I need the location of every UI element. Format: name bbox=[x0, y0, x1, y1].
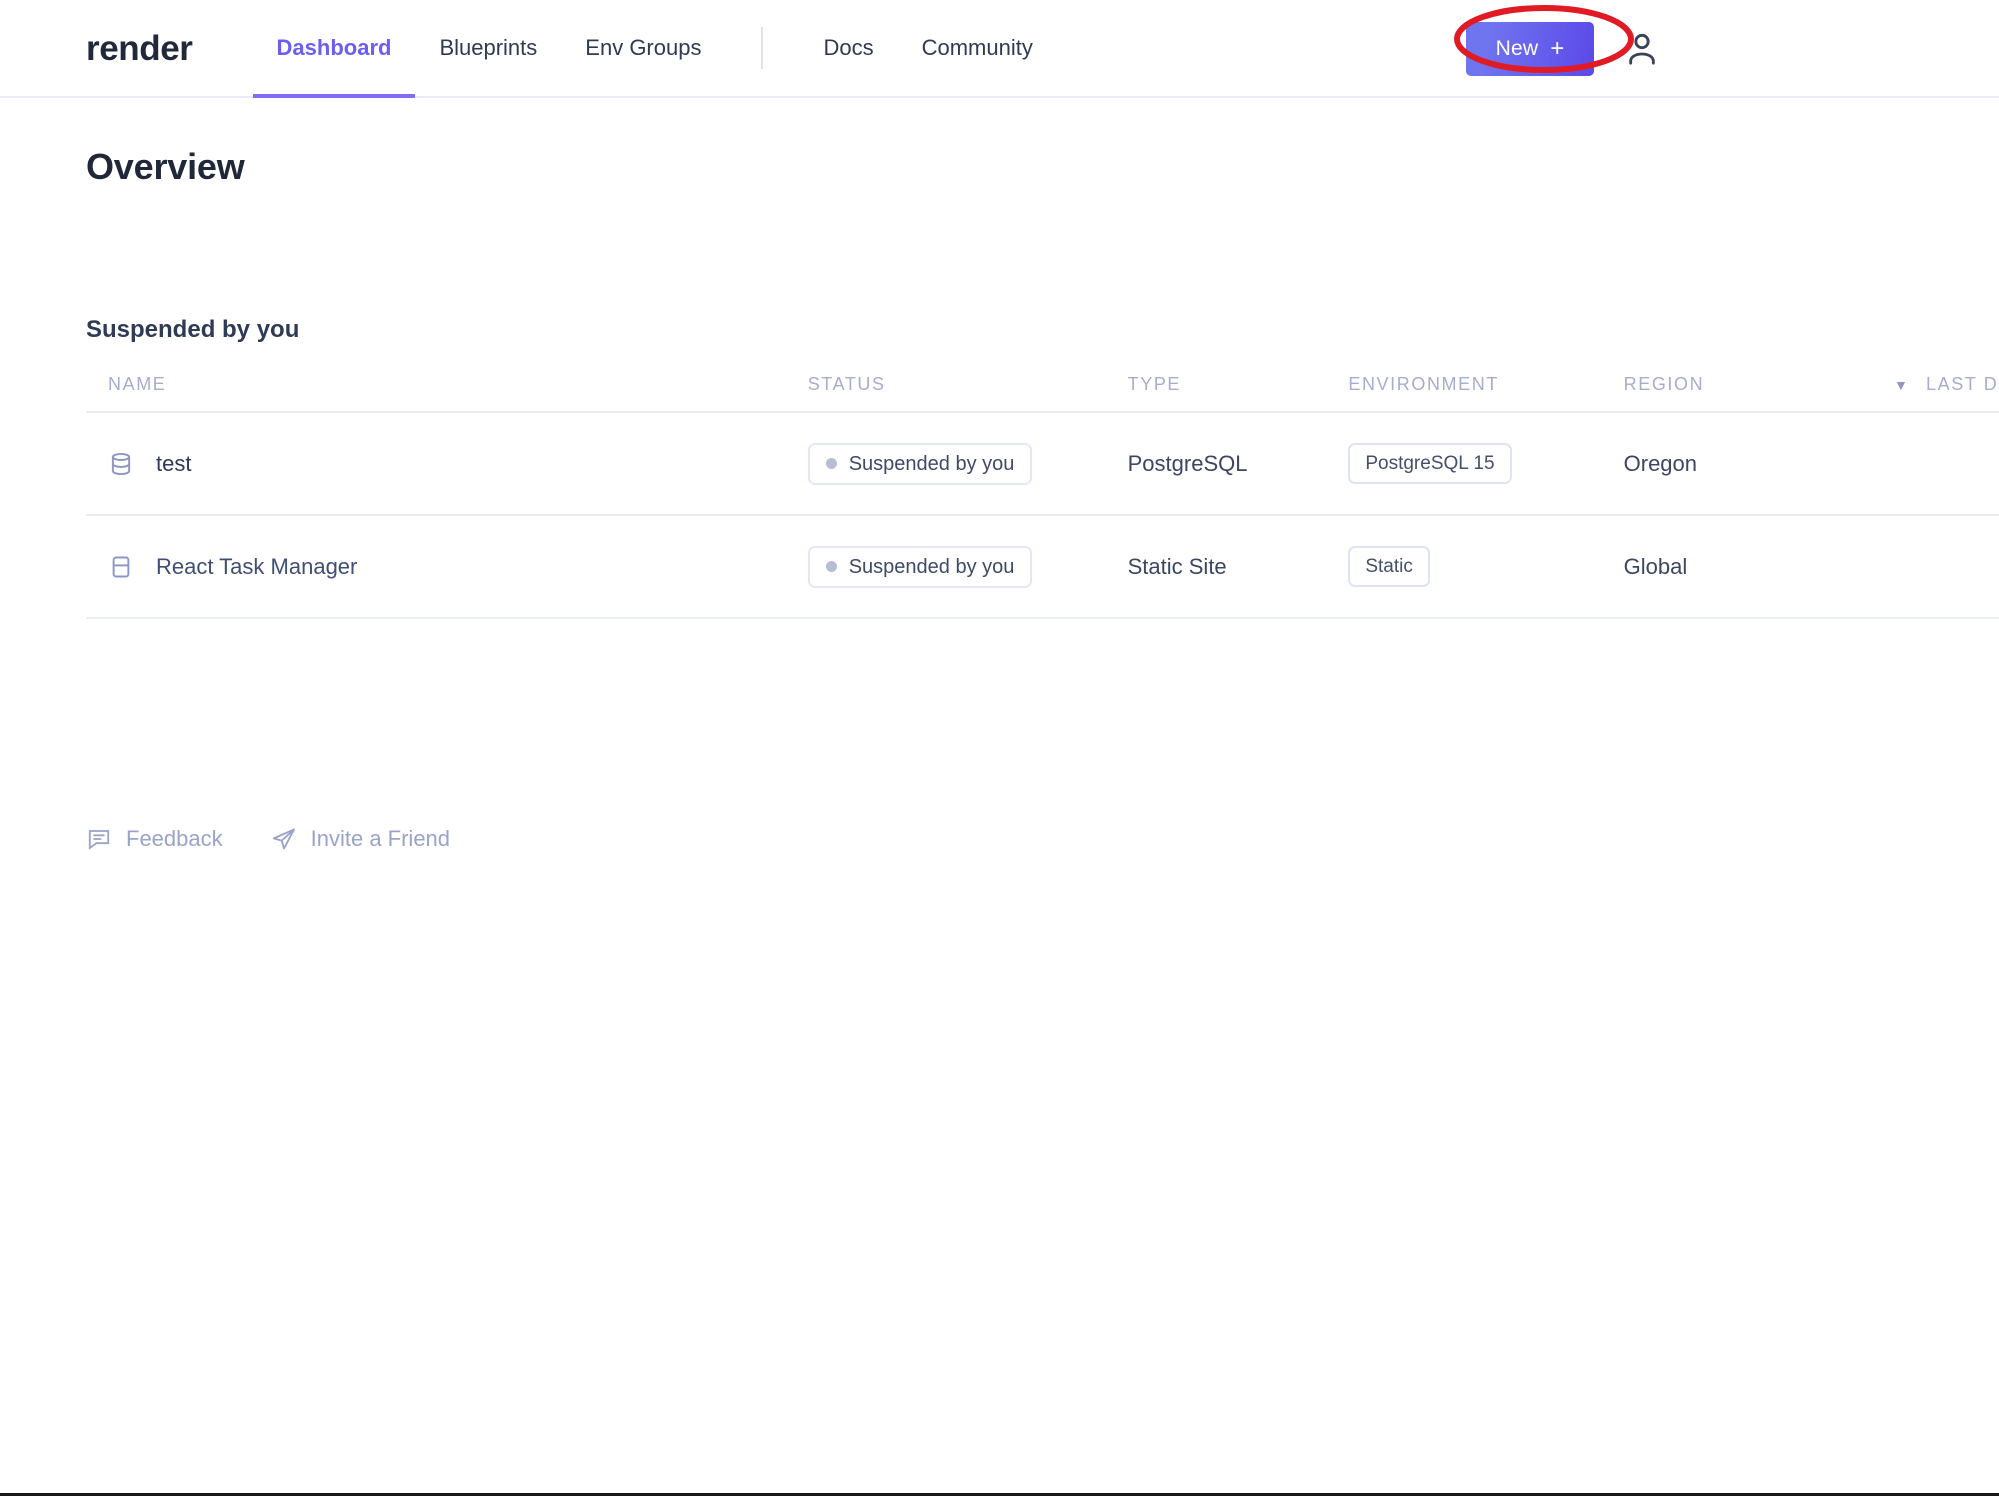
status-badge-label: Suspended by you bbox=[849, 557, 1015, 577]
feedback-icon bbox=[86, 826, 112, 852]
cell-name: test bbox=[86, 412, 808, 515]
environment-tag: PostgreSQL 15 bbox=[1348, 443, 1511, 484]
nav-link-docs-label: Docs bbox=[823, 35, 873, 61]
table-row[interactable]: test Suspended by you PostgreSQL Postgre… bbox=[86, 412, 1999, 515]
main-content: Overview Suspended by you NAME STATUS TY… bbox=[0, 146, 1999, 869]
nav-link-env-groups-label: Env Groups bbox=[585, 35, 701, 61]
column-header-last-deployed-label: LAST DEPLOYED bbox=[1926, 374, 1999, 394]
paper-plane-icon bbox=[271, 826, 297, 852]
cell-name: React Task Manager bbox=[86, 515, 808, 618]
column-header-environment[interactable]: ENVIRONMENT bbox=[1348, 374, 1623, 412]
nav-link-blueprints-label: Blueprints bbox=[439, 35, 537, 61]
services-table: NAME STATUS TYPE ENVIRONMENT REGION bbox=[86, 374, 1999, 619]
column-header-status-label: STATUS bbox=[808, 374, 886, 394]
column-header-name[interactable]: NAME bbox=[86, 374, 808, 412]
cell-last-deployed: 12 days ago bbox=[1894, 515, 1999, 618]
invite-friend-button[interactable]: Invite a Friend bbox=[271, 826, 450, 852]
nav-link-community-label: Community bbox=[922, 35, 1033, 61]
status-dot-icon bbox=[826, 561, 837, 572]
cell-status: Suspended by you bbox=[808, 412, 1128, 515]
region-label: Oregon bbox=[1624, 451, 1697, 476]
feedback-label: Feedback bbox=[126, 826, 223, 852]
nav-link-env-groups[interactable]: Env Groups bbox=[561, 0, 725, 96]
render-logo[interactable]: render bbox=[86, 31, 193, 66]
status-dot-icon bbox=[826, 458, 837, 469]
user-account-button[interactable] bbox=[1620, 27, 1664, 71]
database-icon bbox=[108, 451, 134, 477]
column-header-environment-label: ENVIRONMENT bbox=[1348, 374, 1499, 394]
table-header-row: NAME STATUS TYPE ENVIRONMENT REGION bbox=[86, 374, 1999, 412]
section-title-suspended: Suspended by you bbox=[86, 316, 1999, 344]
column-header-region[interactable]: REGION bbox=[1624, 374, 1894, 412]
invite-friend-label: Invite a Friend bbox=[311, 826, 450, 852]
nav-link-community[interactable]: Community bbox=[898, 0, 1057, 96]
cell-region: Global bbox=[1624, 515, 1894, 618]
status-badge-label: Suspended by you bbox=[849, 454, 1015, 474]
new-button-label: New bbox=[1496, 37, 1539, 61]
status-badge: Suspended by you bbox=[808, 443, 1033, 485]
cell-region: Oregon bbox=[1624, 412, 1894, 515]
services-table-body: test Suspended by you PostgreSQL Postgre… bbox=[86, 412, 1999, 618]
cell-type: PostgreSQL bbox=[1128, 412, 1349, 515]
region-label: Global bbox=[1624, 554, 1688, 579]
plus-icon: + bbox=[1550, 37, 1564, 61]
column-header-type[interactable]: TYPE bbox=[1128, 374, 1349, 412]
new-button[interactable]: New + bbox=[1466, 22, 1594, 76]
feedback-button[interactable]: Feedback bbox=[86, 826, 223, 852]
cell-status: Suspended by you bbox=[808, 515, 1128, 618]
nav-link-blueprints[interactable]: Blueprints bbox=[415, 0, 561, 96]
page-title: Overview bbox=[86, 146, 1999, 188]
cell-last-deployed: 8 days ago bbox=[1894, 412, 1999, 515]
service-type-label: PostgreSQL bbox=[1128, 451, 1248, 476]
sort-descending-icon: ▼ bbox=[1894, 377, 1909, 393]
nav-link-dashboard-label: Dashboard bbox=[277, 35, 392, 61]
column-header-last-deployed[interactable]: ▼ LAST DEPLOYED bbox=[1894, 374, 1999, 412]
page-footer: Feedback Invite a Friend Contact Support bbox=[86, 809, 1999, 869]
nav-actions: New + bbox=[1466, 0, 1664, 98]
top-navigation-bar: render Dashboard Blueprints Env Groups D… bbox=[0, 0, 1999, 98]
column-header-type-label: TYPE bbox=[1128, 374, 1181, 394]
user-icon bbox=[1622, 29, 1662, 69]
column-header-name-label: NAME bbox=[108, 374, 166, 394]
static-site-icon bbox=[108, 554, 134, 580]
cell-environment: Static bbox=[1348, 515, 1623, 618]
table-row[interactable]: React Task Manager Suspended by you Stat… bbox=[86, 515, 1999, 618]
nav-link-docs[interactable]: Docs bbox=[799, 0, 897, 96]
window-bottom-border bbox=[0, 1493, 1999, 1496]
footer-links: Feedback Invite a Friend bbox=[86, 826, 450, 852]
status-badge: Suspended by you bbox=[808, 546, 1033, 588]
page-content: render Dashboard Blueprints Env Groups D… bbox=[0, 0, 1999, 869]
primary-nav-links: Dashboard Blueprints Env Groups Docs Com… bbox=[253, 0, 1057, 96]
column-header-region-label: REGION bbox=[1624, 374, 1705, 394]
browser-viewport: render Dashboard Blueprints Env Groups D… bbox=[0, 0, 1999, 1493]
cell-environment: PostgreSQL 15 bbox=[1348, 412, 1623, 515]
column-header-status[interactable]: STATUS bbox=[808, 374, 1128, 412]
environment-tag: Static bbox=[1348, 546, 1430, 587]
cell-type: Static Site bbox=[1128, 515, 1349, 618]
services-table-head: NAME STATUS TYPE ENVIRONMENT REGION bbox=[86, 374, 1999, 412]
service-name-link[interactable]: React Task Manager bbox=[156, 554, 357, 580]
nav-divider bbox=[761, 27, 763, 69]
service-name-link[interactable]: test bbox=[156, 451, 191, 477]
nav-link-dashboard[interactable]: Dashboard bbox=[253, 0, 416, 96]
service-type-label: Static Site bbox=[1128, 554, 1227, 579]
